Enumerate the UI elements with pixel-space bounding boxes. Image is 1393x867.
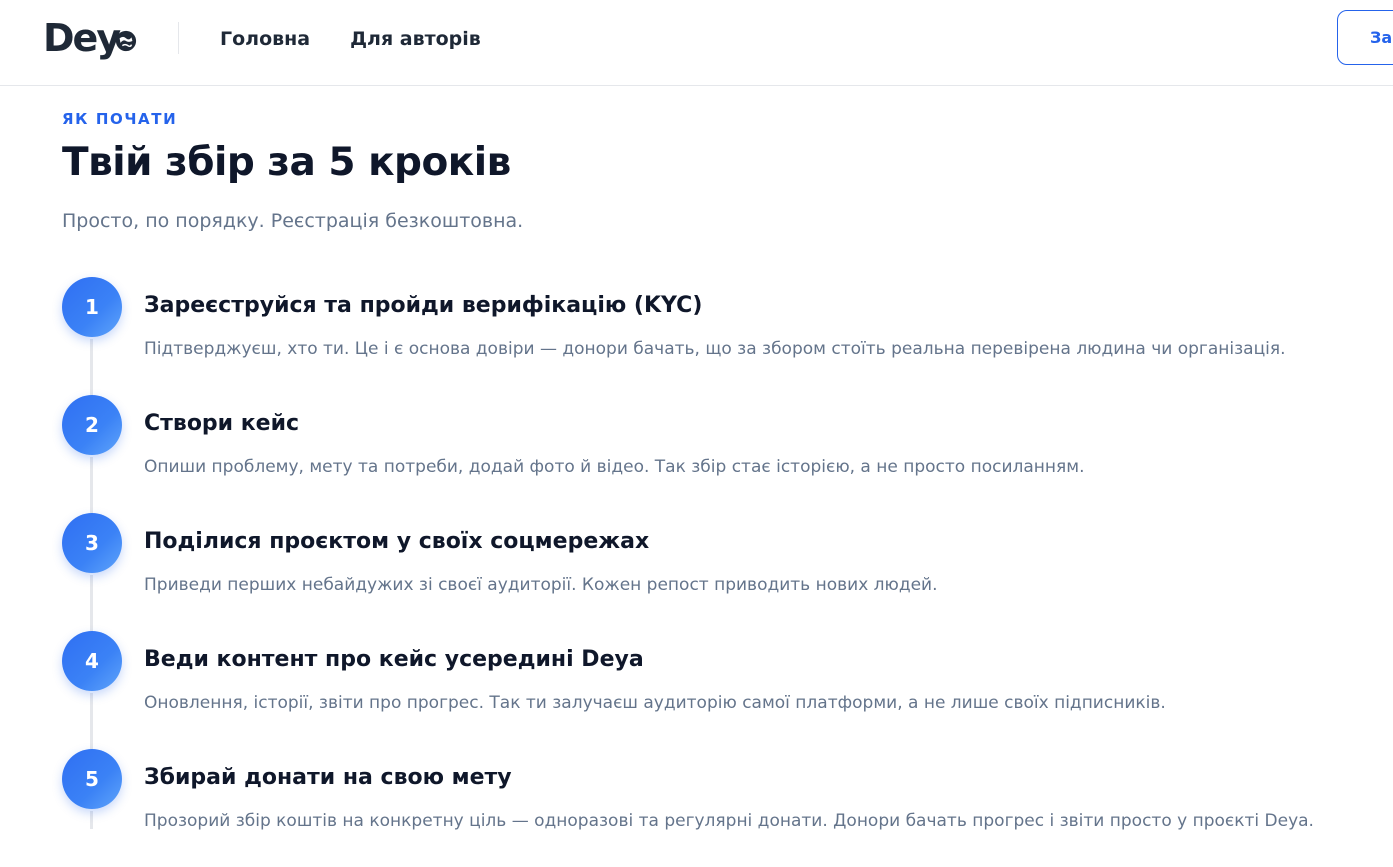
step-title: Веди контент про кейс усередині Deya: [144, 647, 644, 672]
apply-button[interactable]: Залишити заявку: [1337, 10, 1393, 65]
step-description: Прозорий збір коштів на конкретну ціль —…: [144, 811, 1314, 831]
logo[interactable]: Dey: [43, 14, 137, 62]
page-title: Твій збір за 5 кроків: [62, 140, 511, 185]
nav-item-home[interactable]: Головна: [220, 26, 310, 52]
step-number-badge: 4: [62, 631, 122, 691]
logo-text: Dey: [43, 16, 121, 60]
page-subtitle: Просто, по порядку. Реєстрація безкоштов…: [62, 210, 524, 232]
step-title: Зареєструйся та пройди верифікацію (KYC): [144, 293, 703, 318]
step-description: Оновлення, історії, звіти про прогрес. Т…: [144, 693, 1166, 713]
step-connector: [90, 693, 93, 749]
step-number-badge: 3: [62, 513, 122, 573]
step-connector: [90, 811, 93, 829]
header-divider: [178, 22, 179, 54]
section-eyebrow: ЯК ПОЧАТИ: [62, 110, 178, 128]
step-number-badge: 5: [62, 749, 122, 809]
step-number-badge: 2: [62, 395, 122, 455]
step-description: Приведи перших небайдужих зі своєї аудит…: [144, 575, 938, 595]
step-title: Створи кейс: [144, 411, 300, 436]
step-connector: [90, 457, 93, 513]
step-number-badge: 1: [62, 277, 122, 337]
step-item: 1 Зареєструйся та пройди верифікацію (KY…: [62, 277, 1362, 395]
step-description: Підтверджуєш, хто ти. Це і є основа дові…: [144, 339, 1286, 359]
step-description: Опиши проблему, мету та потреби, додай ф…: [144, 457, 1085, 477]
step-connector: [90, 339, 93, 395]
site-header: Dey Головна Для авторів Залишити заявку: [0, 0, 1393, 86]
step-item: 4 Веди контент про кейс усередині Deya О…: [62, 631, 1362, 749]
main-nav: Головна Для авторів: [220, 26, 481, 52]
step-item: 5 Збирай донати на свою мету Прозорий зб…: [62, 749, 1362, 867]
nav-item-for-authors[interactable]: Для авторів: [350, 26, 481, 52]
step-item: 2 Створи кейс Опиши проблему, мету та по…: [62, 395, 1362, 513]
step-connector: [90, 575, 93, 631]
globe-icon: [116, 30, 137, 52]
step-title: Поділися проєктом у своїх соцмережах: [144, 529, 650, 554]
step-title: Збирай донати на свою мету: [144, 765, 512, 790]
step-item: 3 Поділися проєктом у своїх соцмережах П…: [62, 513, 1362, 631]
